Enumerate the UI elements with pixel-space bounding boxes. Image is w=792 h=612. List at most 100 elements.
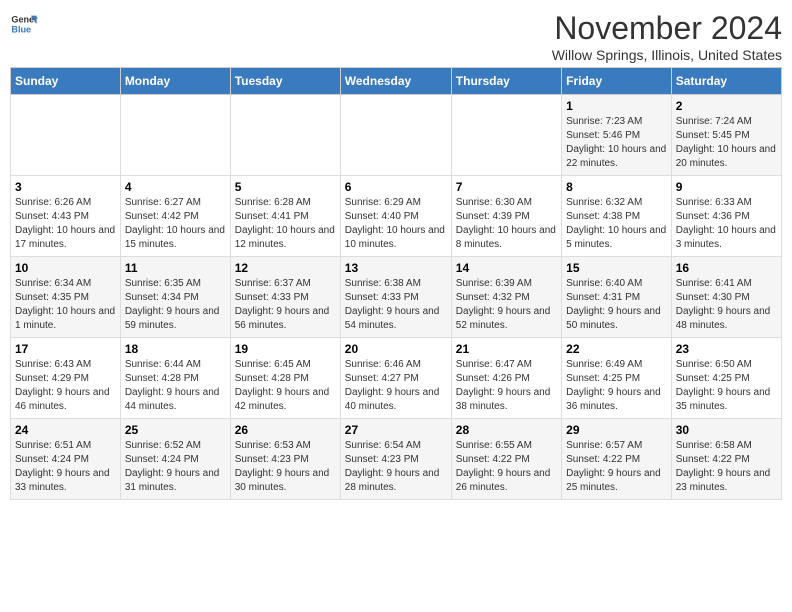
calendar-cell: 8 Sunrise: 6:32 AM Sunset: 4:38 PM Daylig…	[562, 176, 672, 257]
calendar-week-row: 10 Sunrise: 6:34 AM Sunset: 4:35 PM Dayli…	[11, 257, 782, 338]
logo: General Blue	[10, 10, 38, 38]
day-info: Sunrise: 7:24 AM Sunset: 5:45 PM Dayligh…	[676, 115, 777, 171]
day-number: 8	[566, 180, 667, 194]
day-of-week-header: Monday	[120, 68, 230, 95]
day-info: Sunrise: 7:23 AM Sunset: 5:46 PM Dayligh…	[566, 115, 667, 171]
day-number: 30	[676, 423, 777, 437]
calendar-cell: 16 Sunrise: 6:41 AM Sunset: 4:30 PM Dayli…	[671, 257, 781, 338]
day-number: 18	[125, 342, 226, 356]
day-number: 20	[345, 342, 447, 356]
calendar-cell: 30 Sunrise: 6:58 AM Sunset: 4:22 PM Dayli…	[671, 419, 781, 500]
calendar-cell: 13Sunrise: 6:38 AM Sunset: 4:33 PM Dayli…	[340, 257, 451, 338]
day-info: Sunrise: 6:44 AM Sunset: 4:28 PM Dayligh…	[125, 358, 226, 414]
calendar-cell	[451, 95, 561, 176]
day-of-week-header: Saturday	[671, 68, 781, 95]
calendar-cell: 11 Sunrise: 6:35 AM Sunset: 4:34 PM Dayli…	[120, 257, 230, 338]
day-info: Sunrise: 6:58 AM Sunset: 4:22 PM Dayligh…	[676, 439, 777, 495]
day-info: Sunrise: 6:27 AM Sunset: 4:42 PM Dayligh…	[125, 196, 226, 252]
day-info: Sunrise: 6:30 AM Sunset: 4:39 PM Dayligh…	[456, 196, 557, 252]
day-number: 25	[125, 423, 226, 437]
day-info: Sunrise: 6:26 AM Sunset: 4:43 PM Dayligh…	[15, 196, 116, 252]
day-info: Sunrise: 6:45 AM Sunset: 4:28 PM Dayligh…	[235, 358, 336, 414]
calendar-cell: 20Sunrise: 6:46 AM Sunset: 4:27 PM Dayli…	[340, 338, 451, 419]
day-info: Sunrise: 6:35 AM Sunset: 4:34 PM Dayligh…	[125, 277, 226, 333]
day-number: 9	[676, 180, 777, 194]
day-number: 24	[15, 423, 116, 437]
calendar-cell: 2 Sunrise: 7:24 AM Sunset: 5:45 PM Daylig…	[671, 95, 781, 176]
calendar-cell: 25 Sunrise: 6:52 AM Sunset: 4:24 PM Dayli…	[120, 419, 230, 500]
day-info: Sunrise: 6:47 AM Sunset: 4:26 PM Dayligh…	[456, 358, 557, 414]
calendar-cell: 14Sunrise: 6:39 AM Sunset: 4:32 PM Dayli…	[451, 257, 561, 338]
day-number: 17	[15, 342, 116, 356]
calendar-week-row: 3 Sunrise: 6:26 AM Sunset: 4:43 PM Daylig…	[11, 176, 782, 257]
title-block: November 2024 Willow Springs, Illinois, …	[552, 10, 782, 63]
day-info: Sunrise: 6:28 AM Sunset: 4:41 PM Dayligh…	[235, 196, 336, 252]
day-info: Sunrise: 6:37 AM Sunset: 4:33 PM Dayligh…	[235, 277, 336, 333]
day-of-week-header: Wednesday	[340, 68, 451, 95]
calendar-cell: 27Sunrise: 6:54 AM Sunset: 4:23 PM Dayli…	[340, 419, 451, 500]
day-info: Sunrise: 6:41 AM Sunset: 4:30 PM Dayligh…	[676, 277, 777, 333]
logo-icon: General Blue	[10, 10, 38, 38]
day-info: Sunrise: 6:34 AM Sunset: 4:35 PM Dayligh…	[15, 277, 116, 333]
day-number: 15	[566, 261, 667, 275]
calendar-cell	[230, 95, 340, 176]
calendar-table: SundayMondayTuesdayWednesdayThursdayFrid…	[10, 67, 782, 500]
day-number: 16	[676, 261, 777, 275]
calendar-cell: 3 Sunrise: 6:26 AM Sunset: 4:43 PM Daylig…	[11, 176, 121, 257]
day-info: Sunrise: 6:32 AM Sunset: 4:38 PM Dayligh…	[566, 196, 667, 252]
day-number: 4	[125, 180, 226, 194]
day-number: 11	[125, 261, 226, 275]
day-number: 10	[15, 261, 116, 275]
day-number: 22	[566, 342, 667, 356]
day-number: 29	[566, 423, 667, 437]
calendar-cell: 5 Sunrise: 6:28 AM Sunset: 4:41 PM Daylig…	[230, 176, 340, 257]
calendar-cell	[120, 95, 230, 176]
day-info: Sunrise: 6:55 AM Sunset: 4:22 PM Dayligh…	[456, 439, 557, 495]
calendar-cell	[11, 95, 121, 176]
calendar-cell: 19 Sunrise: 6:45 AM Sunset: 4:28 PM Dayli…	[230, 338, 340, 419]
day-number: 28	[456, 423, 557, 437]
day-of-week-header: Thursday	[451, 68, 561, 95]
calendar-cell: 29 Sunrise: 6:57 AM Sunset: 4:22 PM Dayli…	[562, 419, 672, 500]
calendar-cell: 4 Sunrise: 6:27 AM Sunset: 4:42 PM Daylig…	[120, 176, 230, 257]
calendar-week-row: 17 Sunrise: 6:43 AM Sunset: 4:29 PM Dayli…	[11, 338, 782, 419]
calendar-cell: 7 Sunrise: 6:30 AM Sunset: 4:39 PM Daylig…	[451, 176, 561, 257]
day-number: 13	[345, 261, 447, 275]
day-number: 19	[235, 342, 336, 356]
day-number: 3	[15, 180, 116, 194]
calendar-cell: 23Sunrise: 6:50 AM Sunset: 4:25 PM Dayli…	[671, 338, 781, 419]
day-of-week-header: Tuesday	[230, 68, 340, 95]
day-of-week-header: Sunday	[11, 68, 121, 95]
calendar-cell: 18 Sunrise: 6:44 AM Sunset: 4:28 PM Dayli…	[120, 338, 230, 419]
day-number: 2	[676, 99, 777, 113]
day-number: 6	[345, 180, 447, 194]
day-info: Sunrise: 6:54 AM Sunset: 4:23 PM Dayligh…	[345, 439, 447, 495]
calendar-cell: 28 Sunrise: 6:55 AM Sunset: 4:22 PM Dayli…	[451, 419, 561, 500]
day-info: Sunrise: 6:29 AM Sunset: 4:40 PM Dayligh…	[345, 196, 447, 252]
day-info: Sunrise: 6:50 AM Sunset: 4:25 PM Dayligh…	[676, 358, 777, 414]
calendar-cell: 10 Sunrise: 6:34 AM Sunset: 4:35 PM Dayli…	[11, 257, 121, 338]
day-number: 21	[456, 342, 557, 356]
day-info: Sunrise: 6:51 AM Sunset: 4:24 PM Dayligh…	[15, 439, 116, 495]
day-number: 5	[235, 180, 336, 194]
day-info: Sunrise: 6:33 AM Sunset: 4:36 PM Dayligh…	[676, 196, 777, 252]
calendar-cell: 22 Sunrise: 6:49 AM Sunset: 4:25 PM Dayli…	[562, 338, 672, 419]
calendar-cell: 6 Sunrise: 6:29 AM Sunset: 4:40 PM Daylig…	[340, 176, 451, 257]
calendar-cell: 17 Sunrise: 6:43 AM Sunset: 4:29 PM Dayli…	[11, 338, 121, 419]
day-number: 7	[456, 180, 557, 194]
day-info: Sunrise: 6:39 AM Sunset: 4:32 PM Dayligh…	[456, 277, 557, 333]
day-of-week-header: Friday	[562, 68, 672, 95]
days-header-row: SundayMondayTuesdayWednesdayThursdayFrid…	[11, 68, 782, 95]
day-info: Sunrise: 6:57 AM Sunset: 4:22 PM Dayligh…	[566, 439, 667, 495]
day-info: Sunrise: 6:43 AM Sunset: 4:29 PM Dayligh…	[15, 358, 116, 414]
day-info: Sunrise: 6:40 AM Sunset: 4:31 PM Dayligh…	[566, 277, 667, 333]
day-number: 26	[235, 423, 336, 437]
page-header: General Blue November 2024 Willow Spring…	[10, 10, 782, 63]
day-info: Sunrise: 6:49 AM Sunset: 4:25 PM Dayligh…	[566, 358, 667, 414]
location-subtitle: Willow Springs, Illinois, United States	[552, 47, 782, 63]
day-info: Sunrise: 6:52 AM Sunset: 4:24 PM Dayligh…	[125, 439, 226, 495]
day-number: 12	[235, 261, 336, 275]
calendar-week-row: 24 Sunrise: 6:51 AM Sunset: 4:24 PM Dayli…	[11, 419, 782, 500]
svg-text:Blue: Blue	[11, 24, 31, 34]
calendar-cell: 12 Sunrise: 6:37 AM Sunset: 4:33 PM Dayli…	[230, 257, 340, 338]
